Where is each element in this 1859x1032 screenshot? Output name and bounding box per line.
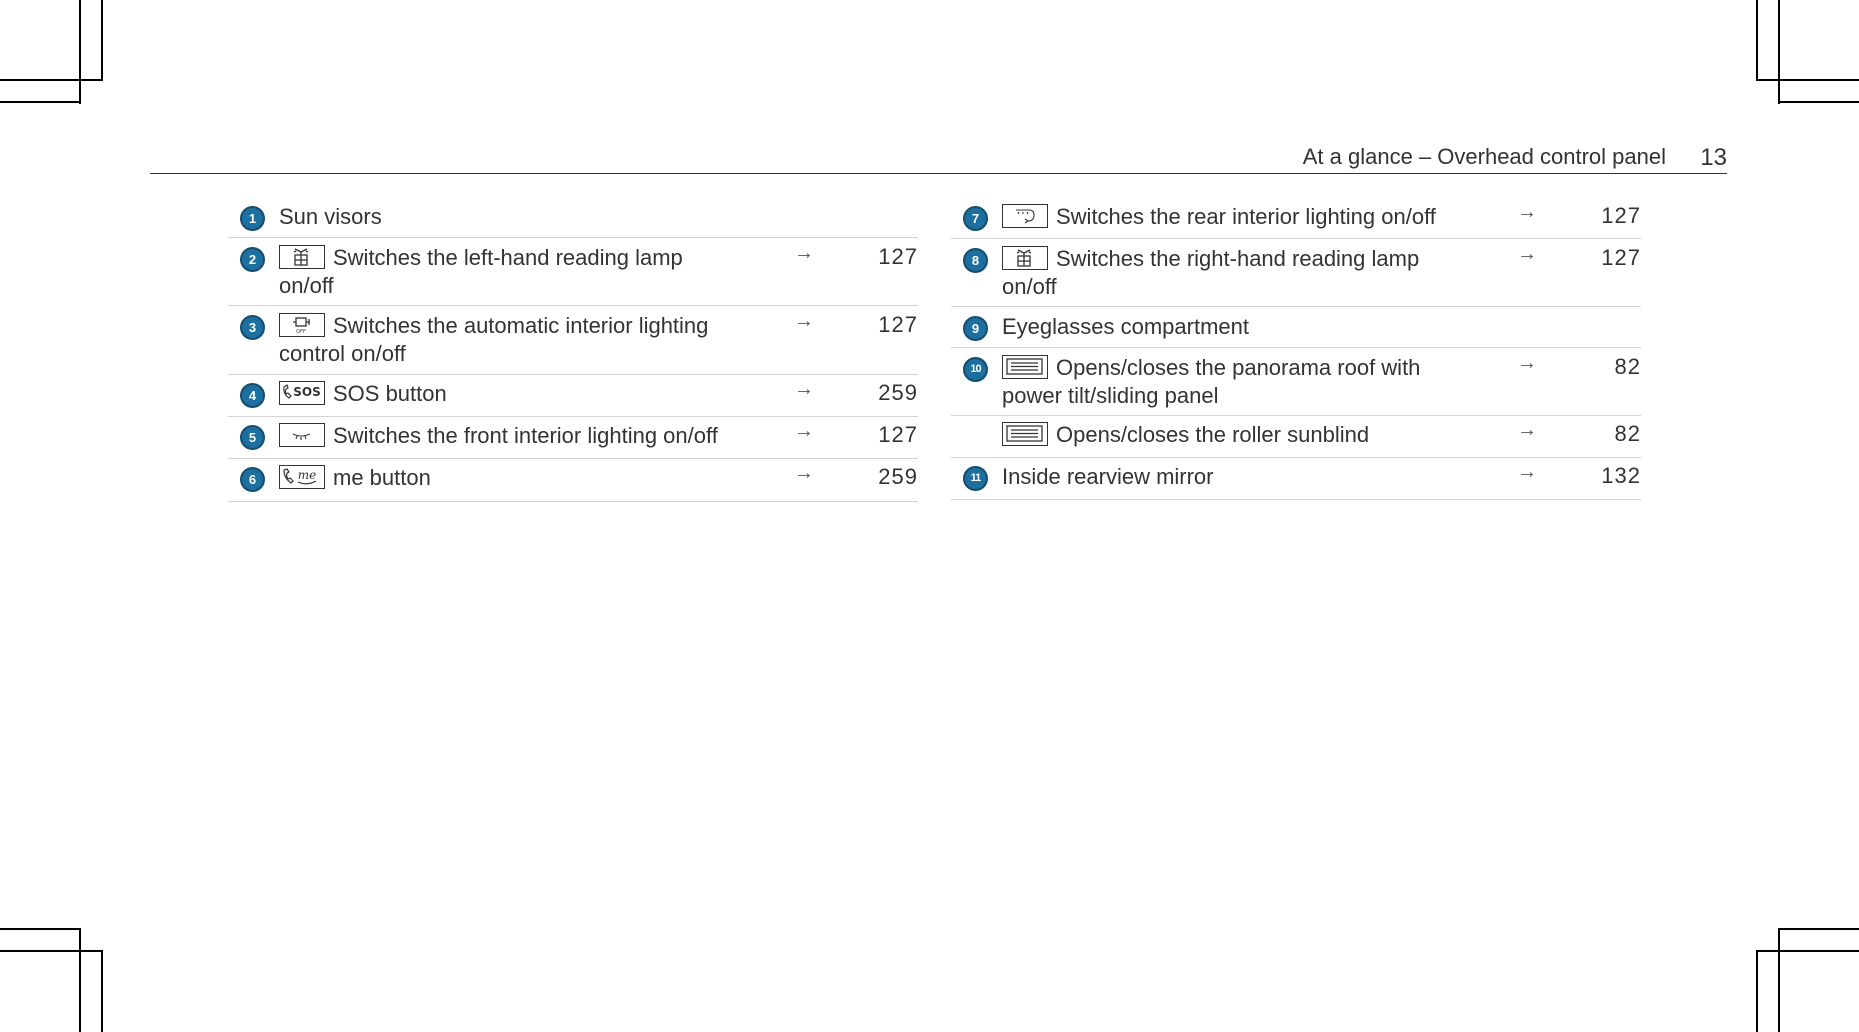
- page-reference: 259: [878, 380, 918, 405]
- crop-mark: [1778, 928, 1859, 930]
- callout-badge: 8: [963, 248, 988, 273]
- list-item: 7 Switches the rear interior lighting on…: [951, 197, 1641, 239]
- auto-interior-lighting-off-icon: OFF: [279, 313, 325, 337]
- reference-arrow-icon: →: [1517, 461, 1537, 483]
- list-item: 3 OFF Switches the automatic interior li…: [228, 306, 918, 375]
- svg-text:me: me: [298, 468, 316, 482]
- crop-mark: [1756, 950, 1758, 1032]
- list-item: 2 Switches the left-hand reading lamp on/…: [228, 238, 918, 306]
- callout-badge: 7: [963, 206, 988, 231]
- reference-arrow-icon: →: [1517, 201, 1537, 223]
- crop-mark: [0, 79, 103, 81]
- reading-lamp-icon: [279, 245, 325, 269]
- page-header: At a glance – Overhead control panel 13: [150, 142, 1727, 174]
- list-item: 10 Opens/closes the panorama roof with po…: [951, 348, 1641, 416]
- item-label: Switches the right-hand reading lamp on/o…: [1002, 246, 1420, 299]
- list-item: Opens/closes the roller sunblind → 82: [951, 416, 1641, 458]
- page-reference: 82: [1614, 354, 1641, 379]
- item-label: Opens/closes the roller sunblind: [1002, 421, 1369, 449]
- item-label: Switches the left-hand reading lamp on/of…: [279, 245, 683, 298]
- crop-mark: [0, 101, 81, 103]
- crop-mark: [1756, 0, 1758, 80]
- crop-mark: [1756, 950, 1859, 952]
- sos-icon: SOS: [279, 381, 325, 405]
- page-number: 13: [1700, 144, 1727, 171]
- crop-mark: [1778, 0, 1780, 104]
- reference-arrow-icon: →: [1517, 419, 1537, 441]
- crop-mark: [1778, 101, 1859, 103]
- reference-arrow-icon: →: [1517, 243, 1537, 265]
- crop-mark: [1756, 79, 1859, 81]
- item-label: me me button: [279, 464, 431, 492]
- callout-badge: 3: [240, 315, 265, 340]
- item-label: Switches the front interior lighting on/…: [279, 422, 718, 450]
- page-reference: 127: [1601, 203, 1641, 228]
- page-reference: 127: [878, 422, 918, 447]
- crop-mark: [101, 952, 103, 1032]
- callout-badge: 1: [240, 206, 265, 231]
- reading-lamp-icon: [1002, 246, 1048, 270]
- page-reference: 259: [878, 464, 918, 489]
- list-item: 1 Sun visors: [228, 197, 918, 238]
- crop-mark: [79, 928, 81, 1032]
- reference-arrow-icon: →: [1517, 352, 1537, 374]
- page-reference: 82: [1614, 421, 1641, 446]
- callout-badge: 6: [240, 467, 265, 492]
- crop-mark: [0, 950, 103, 952]
- rear-interior-light-icon: [1002, 204, 1048, 228]
- reference-arrow-icon: →: [794, 242, 814, 264]
- page-reference: 127: [878, 312, 918, 337]
- right-legend-list: 7 Switches the rear interior lighting on…: [951, 197, 1641, 500]
- section-title: At a glance – Overhead control panel: [1302, 144, 1666, 169]
- item-label: Opens/closes the panorama roof with power…: [1002, 355, 1421, 408]
- callout-badge: 4: [240, 383, 265, 408]
- crop-mark: [0, 928, 81, 930]
- list-item: 9 Eyeglasses compartment: [951, 307, 1641, 348]
- item-label: Eyeglasses compartment: [1002, 314, 1249, 339]
- crop-mark: [101, 0, 103, 80]
- callout-badge: 11: [963, 466, 988, 491]
- callout-badge: 10: [963, 357, 988, 382]
- reference-arrow-icon: →: [794, 462, 814, 484]
- item-label: Switches the rear interior lighting on/o…: [1002, 203, 1436, 231]
- front-interior-light-icon: [279, 423, 325, 447]
- list-item: 6 me me button → 259: [228, 459, 918, 502]
- crop-mark: [1778, 928, 1780, 1032]
- item-label: SOS SOS button: [279, 380, 447, 408]
- reference-arrow-icon: →: [794, 420, 814, 442]
- item-label: Sun visors: [279, 204, 382, 229]
- page-reference: 127: [878, 244, 918, 269]
- list-item: 8 Switches the right-hand reading lamp on…: [951, 239, 1641, 307]
- item-label: OFF Switches the automatic interior ligh…: [279, 313, 709, 366]
- page-reference: 127: [1601, 245, 1641, 270]
- left-legend-list: 1 Sun visors 2 Switches the left-hand re…: [228, 197, 918, 502]
- svg-text:SOS: SOS: [293, 385, 321, 399]
- callout-badge: 9: [963, 316, 988, 341]
- callout-badge: 5: [240, 425, 265, 450]
- page-reference: 132: [1601, 463, 1641, 488]
- reference-arrow-icon: →: [794, 310, 814, 332]
- list-item: 5 Switches the front interior lighting o…: [228, 417, 918, 459]
- list-item: 11 Inside rearview mirror → 132: [951, 458, 1641, 500]
- roller-sunblind-icon: [1002, 422, 1048, 446]
- crop-mark: [79, 0, 81, 104]
- list-item: 4 SOS SOS button → 259: [228, 375, 918, 417]
- callout-badge: 2: [240, 247, 265, 272]
- reference-arrow-icon: →: [794, 378, 814, 400]
- me-phone-icon: me: [279, 465, 325, 489]
- svg-text:OFF: OFF: [296, 329, 306, 335]
- item-label: Inside rearview mirror: [1002, 464, 1214, 489]
- panorama-roof-icon: [1002, 355, 1048, 379]
